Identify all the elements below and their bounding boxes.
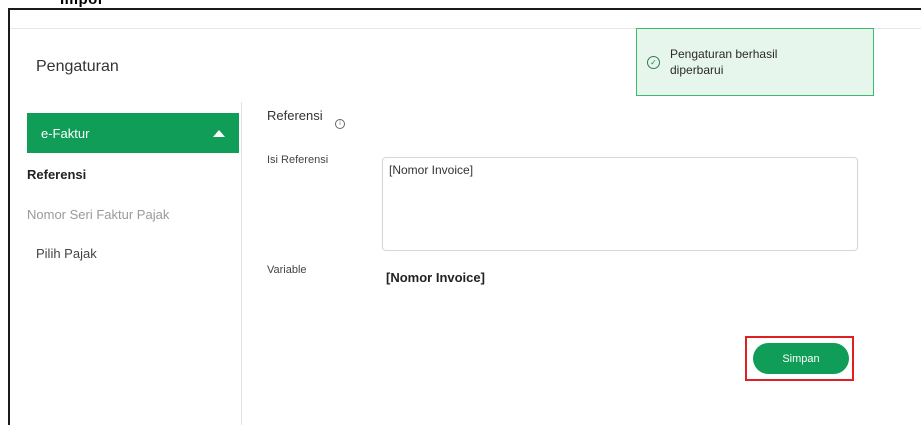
page-title: Pengaturan bbox=[36, 58, 119, 75]
isi-referensi-label: Isi Referensi bbox=[267, 154, 329, 166]
isi-referensi-input[interactable]: [Nomor Invoice] bbox=[382, 157, 858, 251]
sidebar-item-nomor-seri[interactable]: Nomor Seri Faktur Pajak bbox=[27, 207, 169, 222]
check-circle-icon: ✓ bbox=[647, 55, 660, 69]
variable-label: Variable bbox=[267, 264, 307, 276]
sidebar-menu-label: e-Faktur bbox=[41, 125, 90, 141]
section-title: Referensi bbox=[267, 108, 323, 123]
top-strip: Impor bbox=[0, 0, 921, 8]
toast-message: Pengaturan berhasil diperbarui bbox=[670, 47, 778, 77]
sidebar-divider bbox=[241, 102, 242, 425]
info-icon[interactable]: i bbox=[335, 119, 345, 129]
sidebar-item-pilih-pajak[interactable]: Pilih Pajak bbox=[36, 246, 97, 261]
variable-value[interactable]: [Nomor Invoice] bbox=[386, 270, 485, 285]
clipped-title: Impor bbox=[60, 0, 104, 8]
caret-up-icon[interactable] bbox=[213, 129, 225, 137]
sidebar-item-referensi[interactable]: Referensi bbox=[27, 167, 86, 182]
sidebar-menu-efaktur[interactable]: e-Faktur bbox=[27, 113, 239, 153]
success-toast: ✓ Pengaturan berhasil diperbarui bbox=[636, 28, 874, 96]
save-button[interactable]: Simpan bbox=[753, 343, 849, 374]
